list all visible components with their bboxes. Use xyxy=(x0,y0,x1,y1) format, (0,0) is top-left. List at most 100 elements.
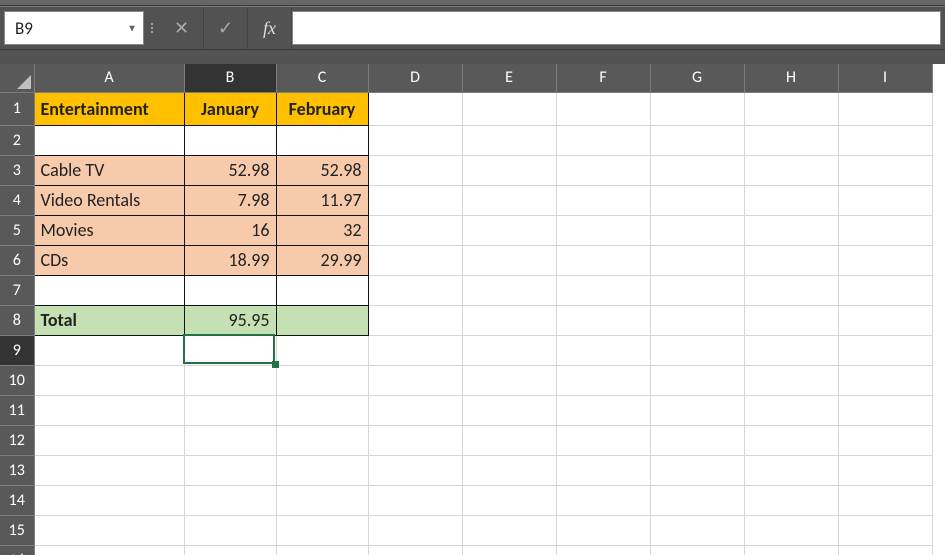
cell-I4[interactable] xyxy=(838,185,932,215)
cell-D13[interactable] xyxy=(368,455,462,485)
cell-E7[interactable] xyxy=(462,275,556,305)
cell-A15[interactable] xyxy=(34,515,184,545)
cell-D7[interactable] xyxy=(368,275,462,305)
spreadsheet-grid[interactable]: ABCDEFGHI1EntertainmentJanuaryFebruary23… xyxy=(0,64,945,555)
cell-E12[interactable] xyxy=(462,425,556,455)
cell-C4[interactable]: 11.97 xyxy=(276,185,368,215)
cell-H15[interactable] xyxy=(744,515,838,545)
cancel-button[interactable]: ✕ xyxy=(160,7,204,49)
row-header-7[interactable]: 7 xyxy=(0,275,34,305)
row-header-6[interactable]: 6 xyxy=(0,245,34,275)
cell-E10[interactable] xyxy=(462,365,556,395)
cell-I12[interactable] xyxy=(838,425,932,455)
row-header-3[interactable]: 3 xyxy=(0,155,34,185)
cell-E6[interactable] xyxy=(462,245,556,275)
cell-A6[interactable]: CDs xyxy=(34,245,184,275)
cell-B3[interactable]: 52.98 xyxy=(184,155,276,185)
cell-G10[interactable] xyxy=(650,365,744,395)
cell-H6[interactable] xyxy=(744,245,838,275)
cell-E4[interactable] xyxy=(462,185,556,215)
cell-D14[interactable] xyxy=(368,485,462,515)
cell-F3[interactable] xyxy=(556,155,650,185)
formula-input[interactable] xyxy=(292,11,941,45)
cell-F12[interactable] xyxy=(556,425,650,455)
cell-A1[interactable]: Entertainment xyxy=(34,92,184,125)
cell-G4[interactable] xyxy=(650,185,744,215)
cell-E1[interactable] xyxy=(462,92,556,125)
cell-C6[interactable]: 29.99 xyxy=(276,245,368,275)
cell-D16[interactable] xyxy=(368,545,462,555)
cell-F4[interactable] xyxy=(556,185,650,215)
cell-E2[interactable] xyxy=(462,125,556,155)
cell-H7[interactable] xyxy=(744,275,838,305)
cell-D10[interactable] xyxy=(368,365,462,395)
cell-D11[interactable] xyxy=(368,395,462,425)
cell-F15[interactable] xyxy=(556,515,650,545)
cell-F2[interactable] xyxy=(556,125,650,155)
row-header-12[interactable]: 12 xyxy=(0,425,34,455)
cell-C10[interactable] xyxy=(276,365,368,395)
cell-D9[interactable] xyxy=(368,335,462,365)
cell-A3[interactable]: Cable TV xyxy=(34,155,184,185)
cell-A11[interactable] xyxy=(34,395,184,425)
cell-E11[interactable] xyxy=(462,395,556,425)
cell-B5[interactable]: 16 xyxy=(184,215,276,245)
cell-C9[interactable] xyxy=(276,335,368,365)
row-header-5[interactable]: 5 xyxy=(0,215,34,245)
row-header-15[interactable]: 15 xyxy=(0,515,34,545)
cell-I15[interactable] xyxy=(838,515,932,545)
cell-F14[interactable] xyxy=(556,485,650,515)
row-header-11[interactable]: 11 xyxy=(0,395,34,425)
cell-A14[interactable] xyxy=(34,485,184,515)
cell-E13[interactable] xyxy=(462,455,556,485)
cell-A8[interactable]: Total xyxy=(34,305,184,335)
cell-G16[interactable] xyxy=(650,545,744,555)
cell-F7[interactable] xyxy=(556,275,650,305)
cell-C14[interactable] xyxy=(276,485,368,515)
cell-H4[interactable] xyxy=(744,185,838,215)
cell-E8[interactable] xyxy=(462,305,556,335)
cell-B2[interactable] xyxy=(184,125,276,155)
cell-A4[interactable]: Video Rentals xyxy=(34,185,184,215)
cell-G12[interactable] xyxy=(650,425,744,455)
name-box[interactable]: B9 ▼ xyxy=(4,11,144,45)
cell-H12[interactable] xyxy=(744,425,838,455)
cell-E15[interactable] xyxy=(462,515,556,545)
row-header-13[interactable]: 13 xyxy=(0,455,34,485)
cell-G15[interactable] xyxy=(650,515,744,545)
column-header-D[interactable]: D xyxy=(368,64,462,92)
row-header-8[interactable]: 8 xyxy=(0,305,34,335)
cell-C13[interactable] xyxy=(276,455,368,485)
cell-I10[interactable] xyxy=(838,365,932,395)
cell-H9[interactable] xyxy=(744,335,838,365)
cell-D15[interactable] xyxy=(368,515,462,545)
column-header-C[interactable]: C xyxy=(276,64,368,92)
cell-A5[interactable]: Movies xyxy=(34,215,184,245)
cell-C15[interactable] xyxy=(276,515,368,545)
cell-E5[interactable] xyxy=(462,215,556,245)
cell-H10[interactable] xyxy=(744,365,838,395)
column-header-G[interactable]: G xyxy=(650,64,744,92)
cell-I2[interactable] xyxy=(838,125,932,155)
cell-B11[interactable] xyxy=(184,395,276,425)
cell-C7[interactable] xyxy=(276,275,368,305)
cell-A12[interactable] xyxy=(34,425,184,455)
cell-D4[interactable] xyxy=(368,185,462,215)
enter-button[interactable]: ✓ xyxy=(204,7,248,49)
cell-F6[interactable] xyxy=(556,245,650,275)
cell-A10[interactable] xyxy=(34,365,184,395)
cell-D3[interactable] xyxy=(368,155,462,185)
cell-I3[interactable] xyxy=(838,155,932,185)
cell-C1[interactable]: February xyxy=(276,92,368,125)
cell-A9[interactable] xyxy=(34,335,184,365)
cell-F5[interactable] xyxy=(556,215,650,245)
column-header-B[interactable]: B xyxy=(184,64,276,92)
cell-H13[interactable] xyxy=(744,455,838,485)
cell-H1[interactable] xyxy=(744,92,838,125)
cell-A7[interactable] xyxy=(34,275,184,305)
cell-C5[interactable]: 32 xyxy=(276,215,368,245)
row-header-10[interactable]: 10 xyxy=(0,365,34,395)
cell-D12[interactable] xyxy=(368,425,462,455)
cell-E14[interactable] xyxy=(462,485,556,515)
cell-G5[interactable] xyxy=(650,215,744,245)
